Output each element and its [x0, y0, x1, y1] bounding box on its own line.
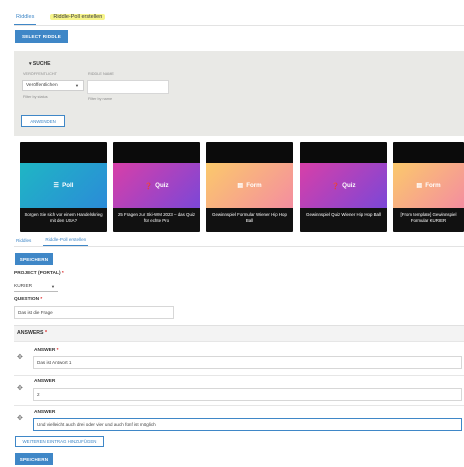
tab-divider-bottom: [14, 246, 464, 247]
tab-divider: [14, 25, 464, 26]
card-type-label: Quiz: [342, 182, 356, 189]
status-label: VERÖFFENTLICHT: [23, 72, 57, 76]
card-header: [113, 142, 200, 163]
status-hint: Filter by status: [23, 95, 48, 99]
card-type-label: Quiz: [155, 182, 169, 189]
card-title: [From template] Gewinnspiel Formular KUR…: [393, 208, 464, 232]
search-title[interactable]: ▾ SUCHE: [29, 61, 50, 67]
answer-label: ANSWER: [34, 410, 56, 415]
project-select[interactable]: KURIER ▼: [14, 281, 58, 292]
project-select-value: KURIER: [14, 283, 33, 289]
card-header: [393, 142, 464, 163]
card-title: 25 Fragen zur Ski-WM 2023 – das Quiz für…: [113, 208, 200, 232]
card-type-banner: ▤ Form: [206, 163, 293, 208]
required-mark: *: [44, 330, 47, 336]
riddle-card[interactable]: ❓ Quiz 25 Fragen zur Ski-WM 2023 – das Qui…: [113, 142, 200, 232]
bottom-tab-bar: Riddles Riddle-Poll erstellen: [14, 234, 89, 246]
apply-button[interactable]: ANWENDEN: [21, 115, 65, 127]
riddle-card[interactable]: ☰ Poll Sorgen Sie sich vor einem Handelskr…: [20, 142, 107, 232]
status-select[interactable]: Veröffentlichen ▼: [22, 80, 84, 91]
save-button-bottom[interactable]: SPEICHERN: [15, 453, 53, 465]
chevron-down-icon: ▼: [51, 283, 55, 289]
tab-riddles[interactable]: Riddles: [14, 9, 37, 25]
question-icon: ❓: [144, 182, 153, 190]
name-hint: Filter by name: [88, 97, 113, 101]
riddle-card[interactable]: ▤ Form [From template] Gewinnspiel Formula…: [393, 142, 464, 232]
add-entry-button[interactable]: WEITEREN EINTRAG HINZUFÜGEN: [15, 436, 104, 447]
answer-input-focused[interactable]: Und vielleicht auch drei oder vier und a…: [33, 418, 462, 431]
card-type-banner: ▤ Form: [393, 163, 464, 208]
drag-handle-icon[interactable]: ✥: [17, 354, 23, 361]
required-mark: *: [56, 348, 59, 353]
tab-riddle-poll-erstellen[interactable]: Riddle-Poll erstellen: [48, 9, 107, 25]
answers-label-text: ANSWERS: [17, 330, 44, 336]
search-panel: ▾ SUCHE VERÖFFENTLICHT Veröffentlichen ▼…: [14, 51, 464, 136]
card-title: Gewinnspiel Formular Wiener Hip Hop Ball: [206, 208, 293, 232]
drag-handle-icon[interactable]: ✥: [17, 385, 23, 392]
question-input[interactable]: Das ist die Frage: [14, 306, 174, 319]
required-mark: *: [61, 271, 64, 276]
answer-label-text: ANSWER: [34, 348, 56, 353]
drag-handle-icon[interactable]: ✥: [17, 415, 23, 422]
question-label: QUESTION *: [14, 297, 42, 302]
name-label: RIDDLE NAME: [88, 72, 114, 76]
answer-input[interactable]: 2: [33, 388, 462, 401]
card-type-banner: ❓ Quiz: [300, 163, 387, 208]
required-mark: *: [40, 297, 43, 302]
search-title-label: SUCHE: [32, 61, 51, 67]
card-header: [206, 142, 293, 163]
question-icon: ❓: [331, 182, 340, 190]
list-icon: ☰: [53, 182, 60, 189]
answers-label: ANSWERS *: [17, 330, 47, 336]
answer-input[interactable]: Das ist Antwort 1: [33, 356, 462, 369]
riddle-card[interactable]: ❓ Quiz Gewinnspiel Quiz Wiener Hip Hop Bal…: [300, 142, 387, 232]
chevron-down-icon: ▼: [75, 83, 79, 88]
select-riddle-button[interactable]: SELECT RIDDLE: [15, 30, 68, 43]
card-title: Sorgen Sie sich vor einem Handelskrieg m…: [20, 208, 107, 232]
card-header: [20, 142, 107, 163]
card-header: [300, 142, 387, 163]
form-icon: ▤: [237, 182, 244, 189]
project-label-text: PROJECT (PORTAL): [14, 271, 61, 276]
riddle-card[interactable]: ▤ Form Gewinnspiel Formular Wiener Hip Hop…: [206, 142, 293, 232]
status-select-value: Veröffentlichen: [26, 83, 58, 88]
tab-highlight-label: Riddle-Poll erstellen: [50, 14, 106, 20]
top-tab-bar: Riddles Riddle-Poll erstellen: [14, 9, 107, 25]
card-type-label: Form: [246, 182, 262, 189]
card-title: Gewinnspiel Quiz Wiener Hip Hop Ball: [300, 208, 387, 232]
card-type-banner: ❓ Quiz: [113, 163, 200, 208]
card-type-banner: ☰ Poll: [20, 163, 107, 208]
answers-header: [14, 325, 464, 341]
tab-riddles-bottom[interactable]: Riddles: [14, 238, 33, 243]
save-button-top[interactable]: SPEICHERN: [15, 253, 53, 265]
project-label: PROJECT (PORTAL) *: [14, 271, 64, 276]
card-type-label: Poll: [62, 182, 74, 189]
question-label-text: QUESTION: [14, 297, 40, 302]
card-type-label: Form: [425, 182, 441, 189]
answer-label: ANSWER *: [34, 348, 59, 353]
name-filter-input[interactable]: [87, 80, 169, 94]
answer-label: ANSWER: [34, 379, 56, 384]
form-icon: ▤: [416, 182, 423, 189]
tab-riddle-poll-erstellen-bottom[interactable]: Riddle-Poll erstellen: [43, 234, 89, 246]
